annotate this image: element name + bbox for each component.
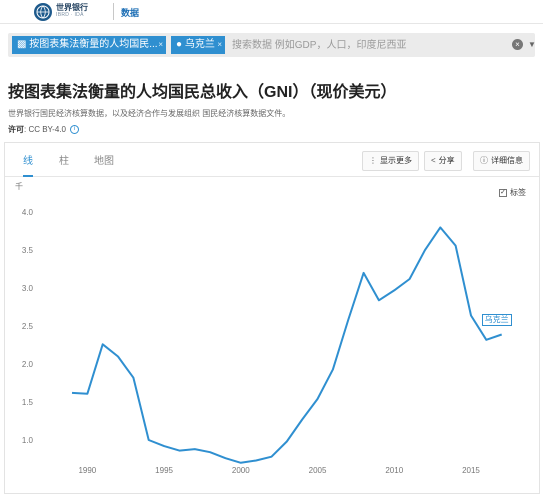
x-tick-label: 2000 bbox=[232, 466, 250, 475]
info-icon[interactable]: i bbox=[69, 125, 79, 135]
line-chart: 千 1.0 1.5 2.0 2.5 3.0 3.5 4.0 1990 1995 2000 2005 20… bbox=[15, 181, 503, 475]
y-tick-label: 3.0 bbox=[22, 284, 34, 293]
header-divider bbox=[113, 3, 114, 20]
chevron-down-icon[interactable]: ▼ bbox=[528, 40, 536, 49]
bar-chart-icon: ▩ bbox=[17, 39, 30, 50]
license-value: : CC BY-4.0 bbox=[24, 125, 66, 134]
x-tick-label: 2015 bbox=[462, 466, 480, 475]
y-tick-label: 2.0 bbox=[22, 360, 34, 369]
license-line: 许可: CC BY-4.0 i bbox=[8, 124, 79, 135]
location-pin-icon: ● bbox=[176, 39, 185, 50]
license-label: 许可 bbox=[8, 125, 24, 134]
x-tick-label: 2005 bbox=[309, 466, 327, 475]
world-bank-logo-icon[interactable] bbox=[34, 3, 52, 21]
logo-title: 世界银行 bbox=[56, 3, 88, 12]
y-unit-label: 千 bbox=[15, 181, 23, 191]
chart-panel: 线 柱 地图 ⋮ 显示更多 < 分享 ⓘ 详细信息 ✓ 标签 千 1.0 1.5 2.0 2.5… bbox=[4, 142, 540, 494]
search-bar: ▩ 按图表集法衡量的人均国民... × ● 乌克兰 × × ▼ bbox=[8, 33, 536, 57]
y-tick-label: 2.5 bbox=[22, 322, 34, 331]
clear-search-icon[interactable]: × bbox=[512, 39, 523, 50]
source-note: 世界银行国民经济核算数据，以及经济合作与发展组织 国民经济核算数据文件。 bbox=[8, 109, 291, 118]
x-tick-label: 2010 bbox=[385, 466, 403, 475]
x-tick-label: 1990 bbox=[78, 466, 96, 475]
logo-subtitle: IBRD · IDA bbox=[56, 12, 84, 18]
remove-chip-icon[interactable]: × bbox=[217, 36, 222, 54]
country-chip[interactable]: ● 乌克兰 × bbox=[171, 36, 225, 54]
series-line bbox=[71, 226, 503, 464]
y-tick-label: 1.5 bbox=[22, 398, 34, 407]
nav-data-link[interactable]: 数据 bbox=[121, 6, 139, 19]
y-tick-label: 1.0 bbox=[22, 436, 34, 445]
page-title: 按图表集法衡量的人均国民总收入（GNI）（现价美元） bbox=[8, 84, 397, 101]
series-end-label: 乌克兰 bbox=[481, 314, 512, 327]
x-tick-label: 1995 bbox=[155, 466, 173, 475]
country-chip-label: 乌克兰 bbox=[184, 39, 215, 50]
indicator-chip-label: 按图表集法衡量的人均国民... bbox=[29, 39, 158, 50]
search-input[interactable] bbox=[232, 37, 502, 53]
y-tick-label: 4.0 bbox=[22, 208, 34, 217]
top-header: 世界银行 IBRD · IDA 数据 bbox=[0, 0, 543, 24]
indicator-chip[interactable]: ▩ 按图表集法衡量的人均国民... × bbox=[12, 36, 166, 54]
remove-chip-icon[interactable]: × bbox=[158, 36, 163, 54]
y-tick-label: 3.5 bbox=[22, 246, 34, 255]
